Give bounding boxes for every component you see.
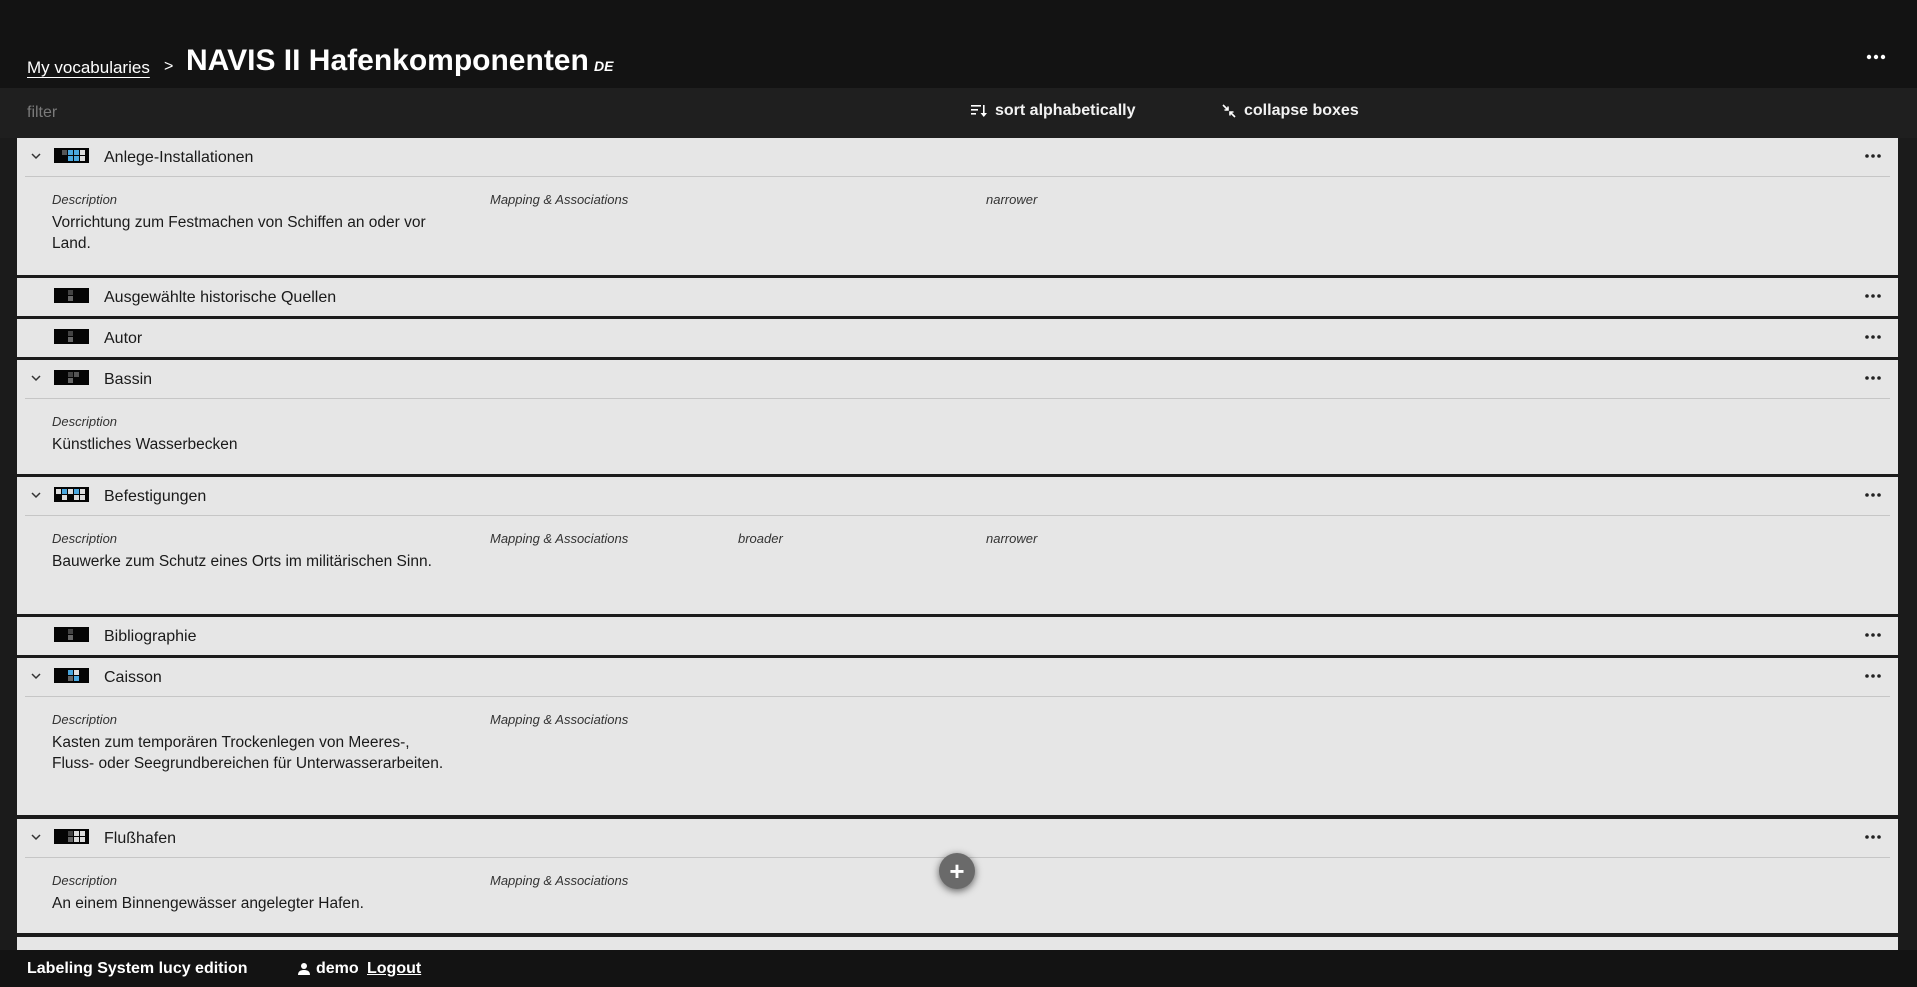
concept-card-header[interactable]: Ausgewählte historische Quellen (17, 278, 1898, 316)
add-concept-button[interactable]: + (939, 853, 975, 889)
concept-more-icon[interactable] (1865, 674, 1881, 678)
mapping-associations-label: Mapping & Associations (490, 531, 629, 546)
concept-title[interactable]: Bassin (104, 371, 152, 389)
chevron-down-icon[interactable] (30, 832, 42, 842)
app-header: My vocabularies > NAVIS II Hafenkomponen… (0, 0, 1917, 88)
description-text: An einem Binnengewässer angelegter Hafen… (52, 895, 364, 912)
concept-thumbnail-icon (54, 148, 89, 163)
concept-more-icon[interactable] (1865, 376, 1881, 380)
concept-card: Anlege-Installationen Description Vorric… (17, 138, 1898, 275)
description-label: Description (52, 531, 118, 546)
description-text: Kasten zum temporären Trockenlegen von M… (52, 734, 444, 772)
current-user: demo (297, 960, 359, 978)
concept-card-header[interactable]: Caisson (17, 658, 1898, 696)
chevron-down-icon[interactable] (30, 151, 42, 161)
narrower-label: narrower (986, 531, 1038, 546)
concept-card: Bibliographie (17, 617, 1898, 655)
divider (25, 696, 1890, 697)
description-text: Künstliches Wasserbecken (52, 436, 238, 453)
concept-thumbnail-icon (54, 829, 89, 844)
concept-title[interactable]: Befestigungen (104, 488, 206, 506)
concept-card (17, 937, 1898, 950)
concept-card: Ausgewählte historische Quellen (17, 278, 1898, 316)
filter-input[interactable] (22, 96, 622, 130)
concept-title[interactable]: Autor (104, 330, 142, 348)
concept-title[interactable]: Flußhafen (104, 830, 176, 848)
concept-card: Autor (17, 319, 1898, 357)
concept-list: Anlege-Installationen Description Vorric… (17, 138, 1898, 950)
concept-thumbnail-icon (54, 668, 89, 683)
concept-more-icon[interactable] (1865, 335, 1881, 339)
chevron-down-icon[interactable] (30, 671, 42, 681)
description-text: Vorrichtung zum Festmachen von Schiffen … (52, 214, 426, 252)
description-text: Bauwerke zum Schutz eines Orts im militä… (52, 553, 432, 570)
breadcrumb-my-vocabularies-link[interactable]: My vocabularies (27, 58, 150, 78)
toolbar: sort alphabetically collapse boxes (0, 88, 1917, 138)
broader-label: broader (738, 531, 783, 546)
more-options-icon[interactable] (1865, 50, 1887, 64)
breadcrumb-separator: > (164, 58, 174, 75)
concept-card-header[interactable]: Anlege-Installationen (17, 138, 1898, 176)
concept-card-header[interactable]: Autor (17, 319, 1898, 357)
divider (25, 176, 1890, 177)
description-label: Description (52, 414, 118, 429)
mapping-associations-label: Mapping & Associations (490, 712, 629, 727)
concept-more-icon[interactable] (1865, 294, 1881, 298)
concept-card-header[interactable]: Bibliographie (17, 617, 1898, 655)
concept-thumbnail-icon (54, 627, 89, 642)
divider (25, 398, 1890, 399)
collapse-icon (1222, 104, 1236, 118)
app-name: Labeling System lucy edition (27, 960, 248, 977)
concept-more-icon[interactable] (1865, 493, 1881, 497)
description-label: Description (52, 192, 118, 207)
chevron-down-icon[interactable] (30, 373, 42, 383)
concept-card-header[interactable]: Bassin (17, 360, 1898, 398)
concept-card: Befestigungen Description Bauwerke zum S… (17, 477, 1898, 614)
concept-card: Bassin Description Künstliches Wasserbec… (17, 360, 1898, 474)
page-title: NAVIS II Hafenkomponenten (186, 44, 589, 77)
concept-card-header[interactable]: Befestigungen (17, 477, 1898, 515)
concept-thumbnail-icon (54, 370, 89, 385)
collapse-label: collapse boxes (1244, 102, 1359, 119)
mapping-associations-label: Mapping & Associations (490, 192, 629, 207)
concept-thumbnail-icon (54, 288, 89, 303)
concept-card-header[interactable]: Flußhafen (17, 819, 1898, 857)
concept-thumbnail-icon (54, 329, 89, 344)
user-icon (298, 963, 310, 975)
divider (25, 515, 1890, 516)
language-badge: DE (594, 58, 614, 74)
chevron-down-icon[interactable] (30, 490, 42, 500)
concept-title[interactable]: Ausgewählte historische Quellen (104, 289, 336, 307)
description-label: Description (52, 873, 118, 888)
concept-title[interactable]: Bibliographie (104, 628, 197, 646)
concept-title[interactable]: Caisson (104, 669, 162, 687)
username: demo (316, 960, 359, 977)
concept-more-icon[interactable] (1865, 154, 1881, 158)
concept-card: Caisson Description Kasten zum temporäre… (17, 658, 1898, 815)
app-footer: Labeling System lucy edition demo Logout (0, 950, 1917, 987)
description-label: Description (52, 712, 118, 727)
sort-icon (971, 104, 987, 118)
concept-title[interactable]: Anlege-Installationen (104, 149, 253, 167)
concept-more-icon[interactable] (1865, 835, 1881, 839)
narrower-label: narrower (986, 192, 1038, 207)
logout-link[interactable]: Logout (367, 960, 421, 978)
concept-more-icon[interactable] (1865, 633, 1881, 637)
concept-thumbnail-icon (54, 487, 89, 502)
sort-label: sort alphabetically (995, 102, 1136, 119)
collapse-boxes-button[interactable]: collapse boxes (1222, 102, 1359, 120)
mapping-associations-label: Mapping & Associations (490, 873, 629, 888)
sort-alphabetically-button[interactable]: sort alphabetically (971, 102, 1136, 120)
